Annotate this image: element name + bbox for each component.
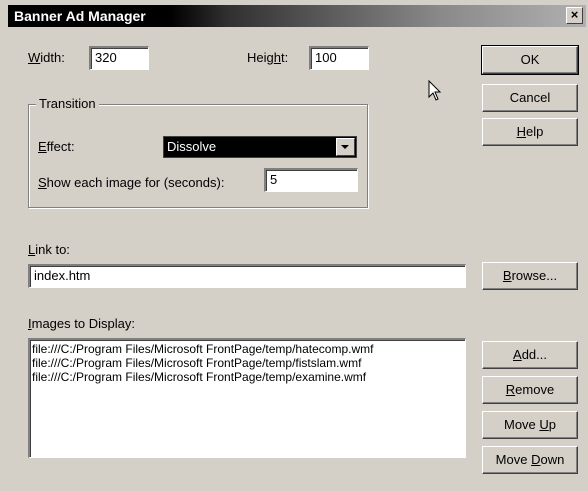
title-bar[interactable]: Banner Ad Manager × [8,5,586,27]
add-button[interactable]: Add... [482,341,578,369]
chevron-down-icon[interactable] [336,138,355,156]
help-button[interactable]: Help [482,118,578,146]
width-label: Width: [28,50,65,65]
list-item[interactable]: file:///C:/Program Files/Microsoft Front… [32,342,465,356]
effect-dropdown[interactable]: Dissolve [163,136,357,158]
move-down-button[interactable]: Move Down [482,446,578,474]
banner-ad-manager-dialog: Banner Ad Manager × Width: 320 Height: 1… [0,0,588,491]
transition-caption: Transition [36,96,99,111]
list-item[interactable]: file:///C:/Program Files/Microsoft Front… [32,370,465,384]
mouse-pointer-icon [428,80,442,101]
effect-selected-value: Dissolve [167,139,217,154]
link-label: Link to: [28,242,70,257]
images-listbox[interactable]: file:///C:/Program Files/Microsoft Front… [28,338,466,458]
list-item[interactable]: file:///C:/Program Files/Microsoft Front… [32,356,465,370]
move-up-button[interactable]: Move Up [482,411,578,439]
cancel-button[interactable]: Cancel [482,84,578,112]
link-input[interactable]: index.htm [28,264,466,288]
images-label: Images to Display: [28,316,135,331]
width-input[interactable]: 320 [89,46,149,70]
close-icon[interactable]: × [566,7,583,24]
effect-label: Effect: [38,139,75,154]
height-label: Height: [247,50,289,65]
width-label-rest: idth: [40,50,65,65]
ok-button[interactable]: OK [481,45,579,75]
show-seconds-label: Show each image for (seconds): [38,175,225,190]
remove-button[interactable]: Remove [482,376,578,404]
dialog-title: Banner Ad Manager [14,8,146,24]
browse-button[interactable]: Browse... [482,262,578,290]
height-input[interactable]: 100 [309,46,369,70]
seconds-input[interactable]: 5 [264,168,358,192]
